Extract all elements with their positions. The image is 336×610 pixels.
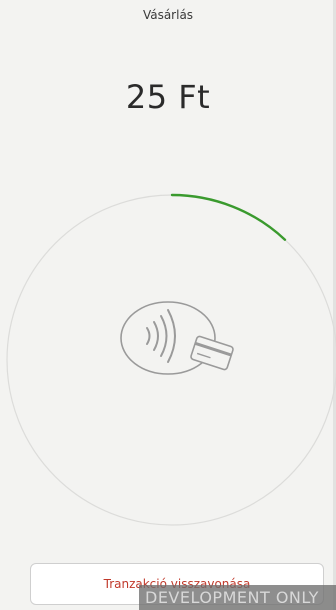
contactless-card-icon <box>120 301 234 375</box>
progress-arc <box>170 193 287 241</box>
payment-progress-ring <box>6 193 336 526</box>
development-only-banner: DEVELOPMENT ONLY <box>139 585 336 610</box>
